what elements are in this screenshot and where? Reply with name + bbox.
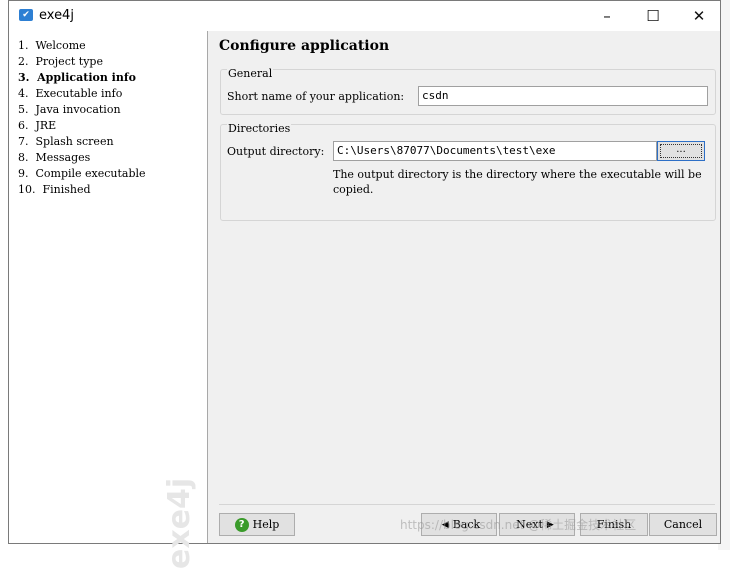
app-icon: ✔ (19, 9, 33, 21)
cancel-button-label: Cancel (663, 518, 703, 531)
step-project-type[interactable]: 2. Project type (18, 55, 103, 68)
title-bar: ✔ exe4j – ☐ ✕ (9, 1, 720, 31)
step-java-invocation[interactable]: 5. Java invocation (18, 103, 121, 116)
step-application-info[interactable]: 3. Application info (18, 71, 136, 84)
step-splash-screen[interactable]: 7. Splash screen (18, 135, 114, 148)
step-messages[interactable]: 8. Messages (18, 151, 90, 164)
next-arrow-icon: ▶ (546, 519, 554, 530)
maximize-button[interactable]: ☐ (630, 1, 676, 31)
steps-sidebar: 1. Welcome 2. Project type 3. Applicatio… (9, 31, 208, 569)
help-button-label: Help (252, 518, 280, 531)
output-directory-hint: The output directory is the directory wh… (333, 168, 702, 196)
step-compile-executable[interactable]: 9. Compile executable (18, 167, 146, 180)
step-finished[interactable]: 10. Finished (18, 183, 91, 196)
cancel-button[interactable]: Cancel (649, 513, 717, 536)
finish-button[interactable]: Finish (580, 513, 648, 536)
back-button-label: Back (452, 518, 481, 531)
exe4j-watermark-text: exe4j (162, 478, 197, 569)
next-button[interactable]: Next ▶ (499, 513, 575, 536)
back-arrow-icon: ◀ (441, 519, 449, 530)
step-welcome[interactable]: 1. Welcome (18, 39, 86, 52)
step-executable-info[interactable]: 4. Executable info (18, 87, 122, 100)
directories-legend: Directories (227, 122, 292, 135)
page-title: Configure application (219, 38, 390, 54)
back-button[interactable]: ◀ Back (421, 513, 497, 536)
step-jre[interactable]: 6. JRE (18, 119, 56, 132)
browse-button[interactable]: ... (657, 141, 705, 161)
short-name-input[interactable]: csdn (418, 86, 708, 106)
finish-button-label: Finish (596, 518, 632, 531)
next-button-label: Next (516, 518, 543, 531)
output-directory-label: Output directory: (227, 145, 325, 158)
exe4j-window: ✔ exe4j – ☐ ✕ 1. Welcome 2. Project type… (8, 0, 721, 569)
help-button[interactable]: ? Help (219, 513, 295, 536)
general-legend: General (227, 67, 274, 80)
window-title: exe4j (39, 8, 74, 23)
close-button[interactable]: ✕ (676, 1, 722, 31)
help-icon: ? (234, 518, 249, 532)
minimize-button[interactable]: – (584, 1, 630, 31)
exe4j-watermark-logo: exe4j (162, 478, 197, 569)
short-name-label: Short name of your application: (227, 90, 405, 103)
output-directory-input[interactable]: C:\Users\87077\Documents\test\exe (333, 141, 657, 161)
